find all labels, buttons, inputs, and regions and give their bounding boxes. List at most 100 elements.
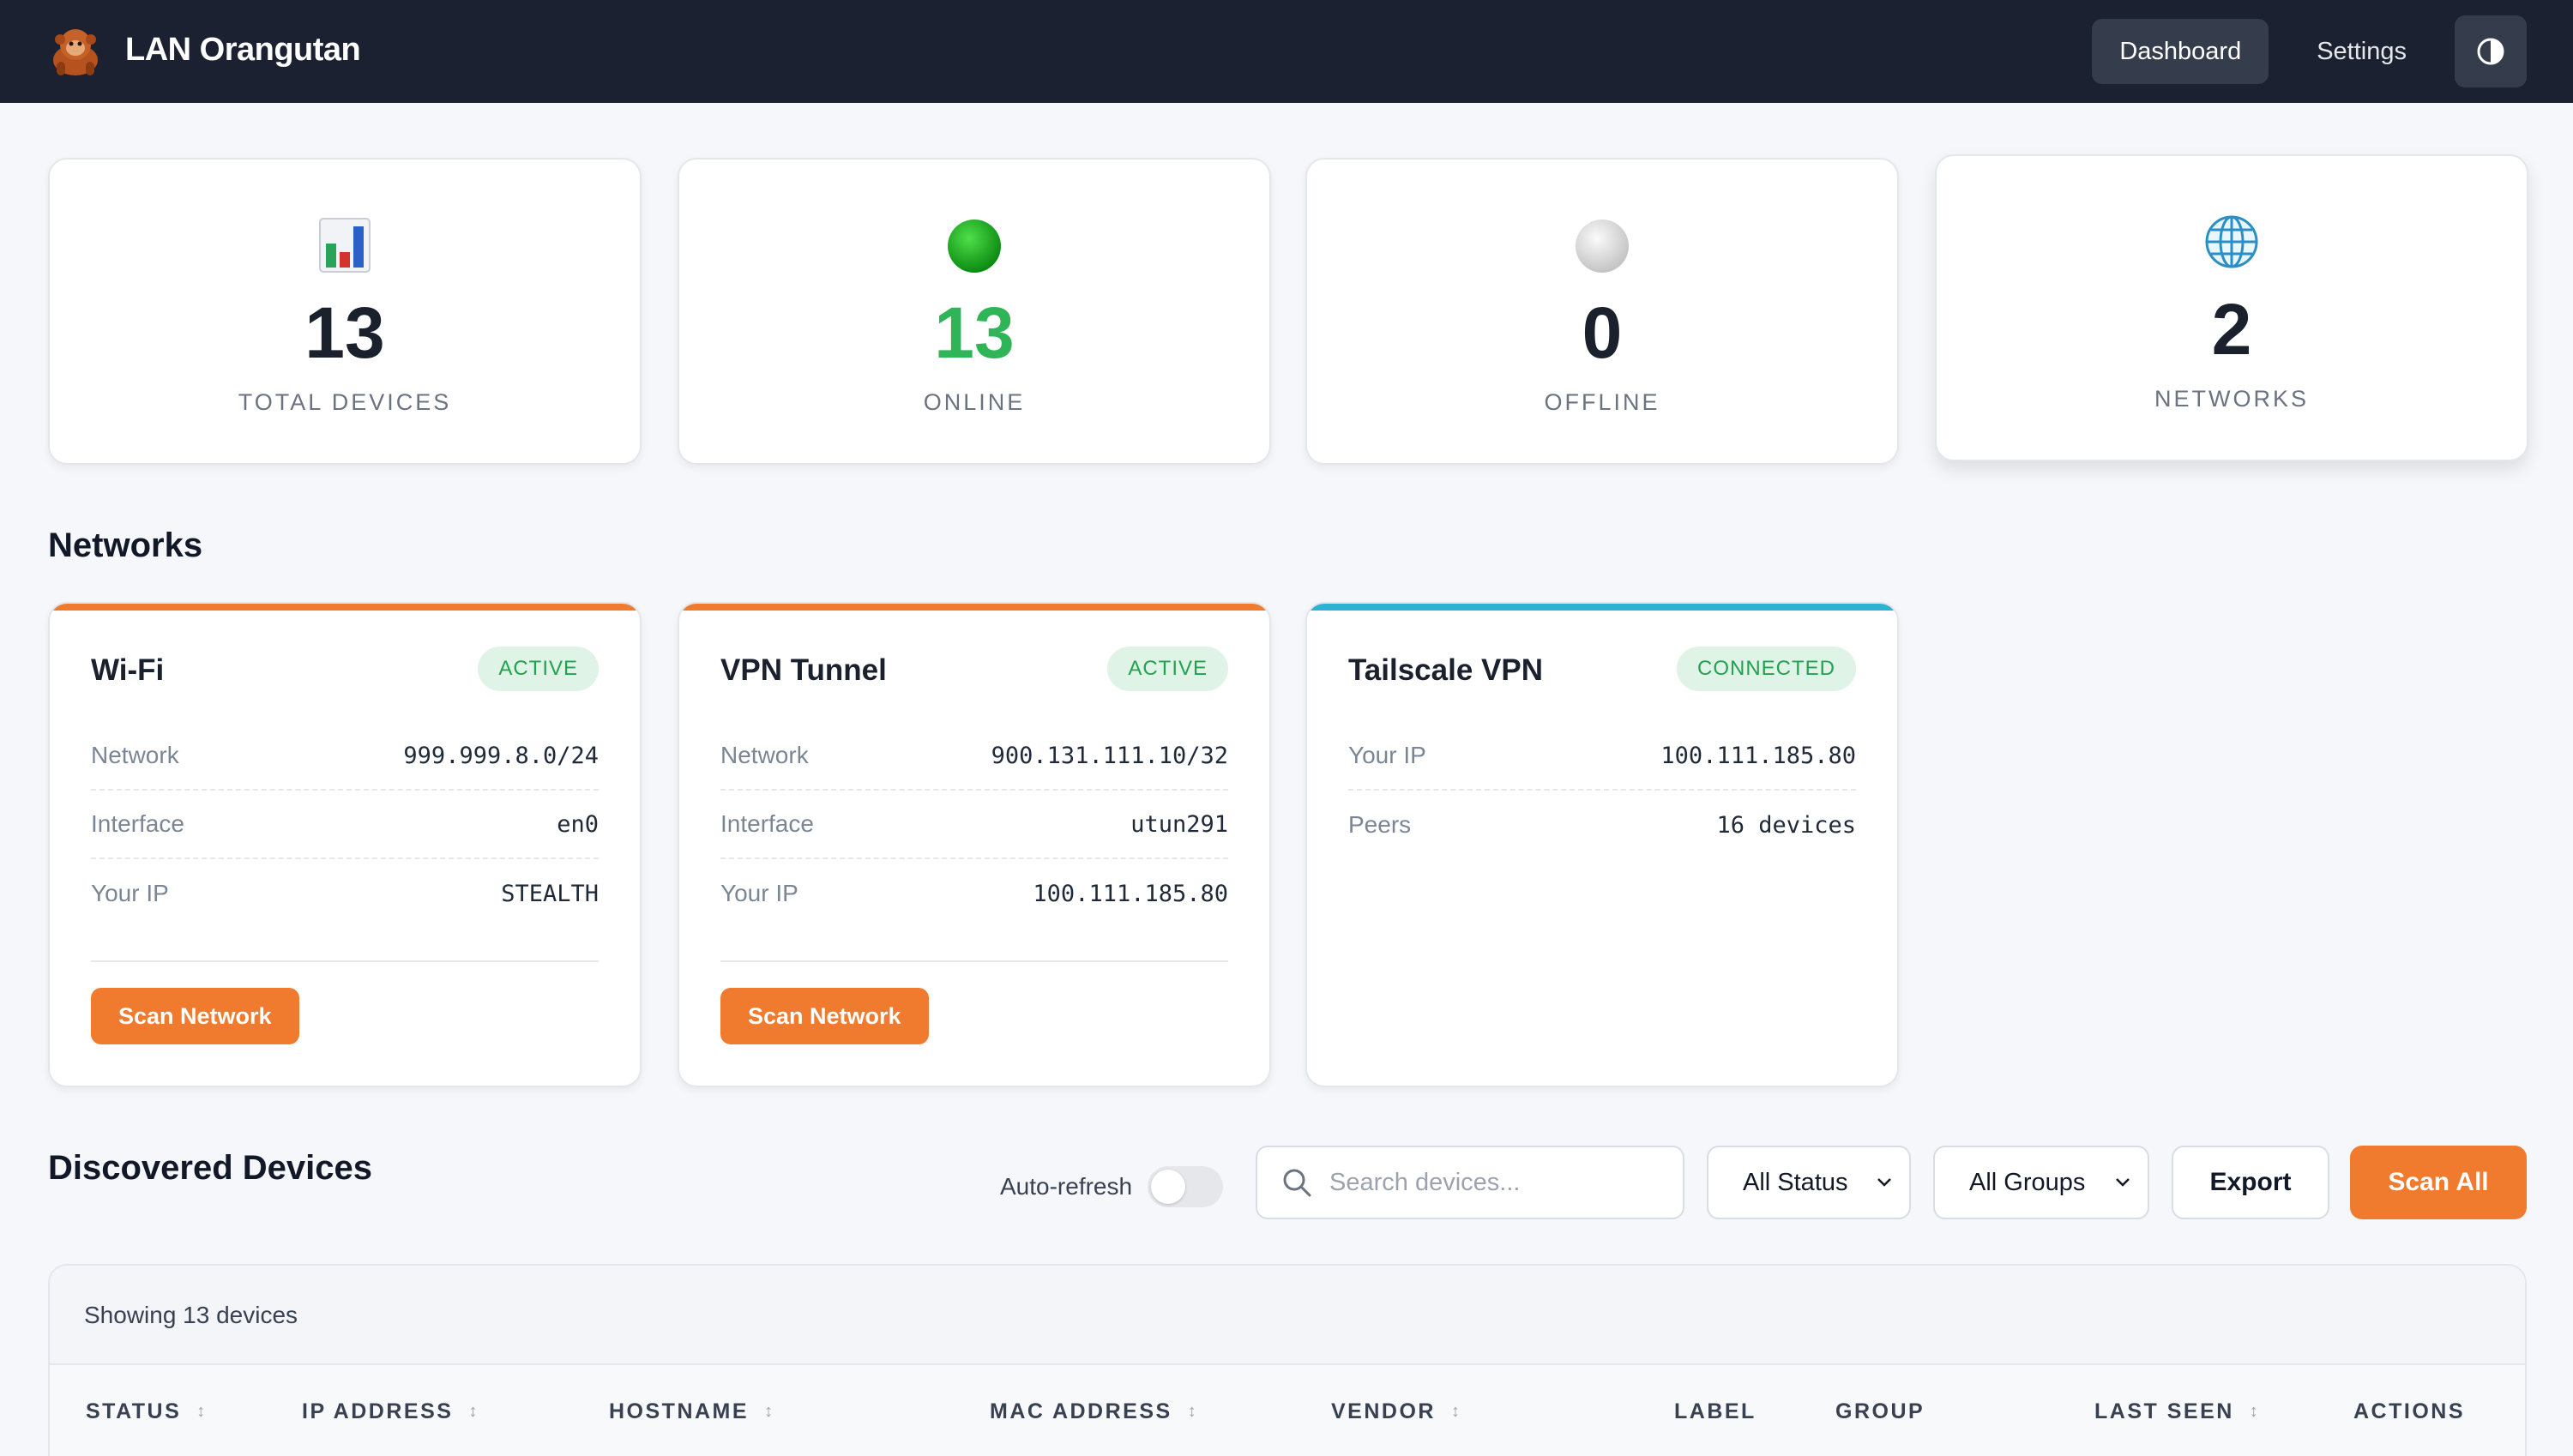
network-name: VPN Tunnel: [720, 653, 887, 687]
stat-card-networks: 2 NETWORKS: [1935, 154, 2528, 461]
stat-card-total-devices: 13 TOTAL DEVICES: [48, 158, 642, 465]
brand[interactable]: LAN Orangutan: [46, 21, 361, 79]
chevron-down-icon: [1877, 1178, 1891, 1187]
orangutan-logo-icon: [53, 29, 98, 75]
column-header-hostname[interactable]: HOSTNAME ↕: [609, 1399, 773, 1424]
column-header-mac-address[interactable]: MAC ADDRESS ↕: [990, 1399, 1196, 1424]
network-name: Tailscale VPN: [1348, 653, 1543, 687]
nav-settings[interactable]: Settings: [2289, 19, 2434, 84]
column-header-last-seen[interactable]: LAST SEEN ↕: [2094, 1399, 2258, 1424]
sort-icon: ↕: [1187, 1402, 1196, 1421]
stat-value: 2: [2211, 289, 2252, 370]
sort-icon: ↕: [196, 1402, 206, 1421]
network-name: Wi-Fi: [91, 653, 165, 687]
row-key: Interface: [720, 810, 814, 837]
auto-refresh-toggle[interactable]: [1148, 1166, 1224, 1207]
networks-heading: Networks: [48, 526, 203, 564]
network-card-wifi: Wi-Fi ACTIVE Network 999.999.8.0/24 Inte…: [48, 602, 642, 1087]
status-badge: ACTIVE: [1107, 647, 1228, 691]
column-header-ip-address[interactable]: IP ADDRESS ↕: [302, 1399, 477, 1424]
search-box: [1256, 1146, 1684, 1219]
scan-network-button[interactable]: Scan Network: [720, 988, 929, 1044]
column-label: ACTIONS: [2353, 1399, 2465, 1423]
status-badge: CONNECTED: [1676, 647, 1856, 691]
network-row: Network 900.131.111.10/32: [720, 722, 1228, 791]
globe-icon: [2205, 215, 2258, 268]
card-accent-bar: [1307, 604, 1897, 611]
sort-icon: ↕: [468, 1402, 478, 1421]
row-value: 100.111.185.80: [1660, 742, 1856, 769]
table-header: STATUS ↕ IP ADDRESS ↕ HOSTNAME ↕ MAC ADDRES…: [50, 1365, 2525, 1456]
column-label: VENDOR: [1331, 1399, 1436, 1423]
card-accent-bar: [679, 604, 1269, 611]
row-value: 16 devices: [1716, 811, 1856, 839]
toggle-knob: [1151, 1170, 1186, 1204]
row-value: 100.111.185.80: [1033, 880, 1228, 907]
row-key: Your IP: [1348, 742, 1426, 768]
grey-circle-icon: [1576, 220, 1629, 273]
green-circle-icon: [948, 220, 1001, 273]
stat-label: ONLINE: [923, 389, 1026, 415]
stat-card-online: 13 ONLINE: [678, 158, 1271, 465]
column-label: IP ADDRESS: [302, 1399, 454, 1423]
group-filter-value: All Groups: [1969, 1168, 2086, 1196]
status-filter-value: All Status: [1743, 1168, 1848, 1196]
stat-value: 13: [934, 292, 1015, 373]
row-value: 900.131.111.10/32: [991, 742, 1228, 769]
network-row: Your IP STEALTH: [91, 859, 599, 928]
column-label: LABEL: [1674, 1399, 1757, 1423]
column-header-vendor[interactable]: VENDOR ↕: [1331, 1399, 1460, 1424]
top-nav: Dashboard Settings: [2092, 15, 2527, 87]
stat-label: OFFLINE: [1544, 389, 1660, 415]
network-row: Your IP 100.111.185.80: [720, 859, 1228, 928]
column-label: STATUS: [86, 1399, 182, 1423]
search-icon: [1283, 1169, 1311, 1197]
column-header-label: LABEL: [1674, 1399, 1757, 1424]
status-filter-select[interactable]: All Status: [1707, 1146, 1911, 1219]
column-label: GROUP: [1835, 1399, 1925, 1423]
top-navbar: LAN Orangutan Dashboard Settings: [0, 0, 2573, 103]
network-card-tailscale: Tailscale VPN CONNECTED Your IP 100.111.…: [1305, 602, 1899, 1087]
column-header-group: GROUP: [1835, 1399, 1925, 1424]
row-value: en0: [557, 810, 599, 838]
row-value: 999.999.8.0/24: [403, 742, 599, 769]
sort-icon: ↕: [2249, 1402, 2258, 1421]
search-input[interactable]: [1329, 1168, 1655, 1197]
network-row: Peers 16 devices: [1348, 791, 1856, 859]
nav-dashboard[interactable]: Dashboard: [2092, 19, 2269, 84]
column-label: MAC ADDRESS: [990, 1399, 1172, 1423]
stat-card-offline: 0 OFFLINE: [1305, 158, 1899, 465]
stat-label: TOTAL DEVICES: [238, 389, 452, 415]
auto-refresh: Auto-refresh: [1000, 1166, 1224, 1207]
stat-value: 13: [304, 292, 385, 373]
column-label: LAST SEEN: [2094, 1399, 2234, 1423]
divider: [720, 960, 1228, 962]
theme-toggle-button[interactable]: [2455, 15, 2527, 87]
chevron-down-icon: [2116, 1178, 2130, 1187]
network-row: Interface utun291: [720, 791, 1228, 859]
network-row: Your IP 100.111.185.80: [1348, 722, 1856, 791]
row-key: Peers: [1348, 811, 1412, 838]
scan-network-button[interactable]: Scan Network: [91, 988, 299, 1044]
devices-heading: Discovered Devices: [48, 1149, 373, 1187]
row-key: Your IP: [91, 880, 169, 906]
devices-table: Showing 13 devices STATUS ↕ IP ADDRESS ↕ H…: [48, 1264, 2527, 1456]
auto-refresh-label: Auto-refresh: [1000, 1173, 1133, 1200]
row-value: STEALTH: [501, 880, 599, 907]
contrast-icon: [2477, 38, 2504, 65]
row-key: Your IP: [720, 880, 798, 906]
column-label: HOSTNAME: [609, 1399, 750, 1423]
row-value: utun291: [1130, 810, 1228, 838]
row-key: Network: [720, 742, 809, 768]
column-header-status[interactable]: STATUS ↕: [86, 1399, 205, 1424]
network-row: Network 999.999.8.0/24: [91, 722, 599, 791]
card-accent-bar: [50, 604, 640, 611]
sort-icon: ↕: [1450, 1402, 1460, 1421]
bar-chart-icon: [319, 218, 371, 273]
status-badge: ACTIVE: [478, 647, 599, 691]
group-filter-select[interactable]: All Groups: [1933, 1146, 2149, 1219]
column-header-actions: ACTIONS: [2353, 1399, 2465, 1424]
export-button[interactable]: Export: [2172, 1146, 2329, 1219]
showing-count: Showing 13 devices: [84, 1302, 298, 1328]
scan-all-button[interactable]: Scan All: [2350, 1146, 2527, 1219]
